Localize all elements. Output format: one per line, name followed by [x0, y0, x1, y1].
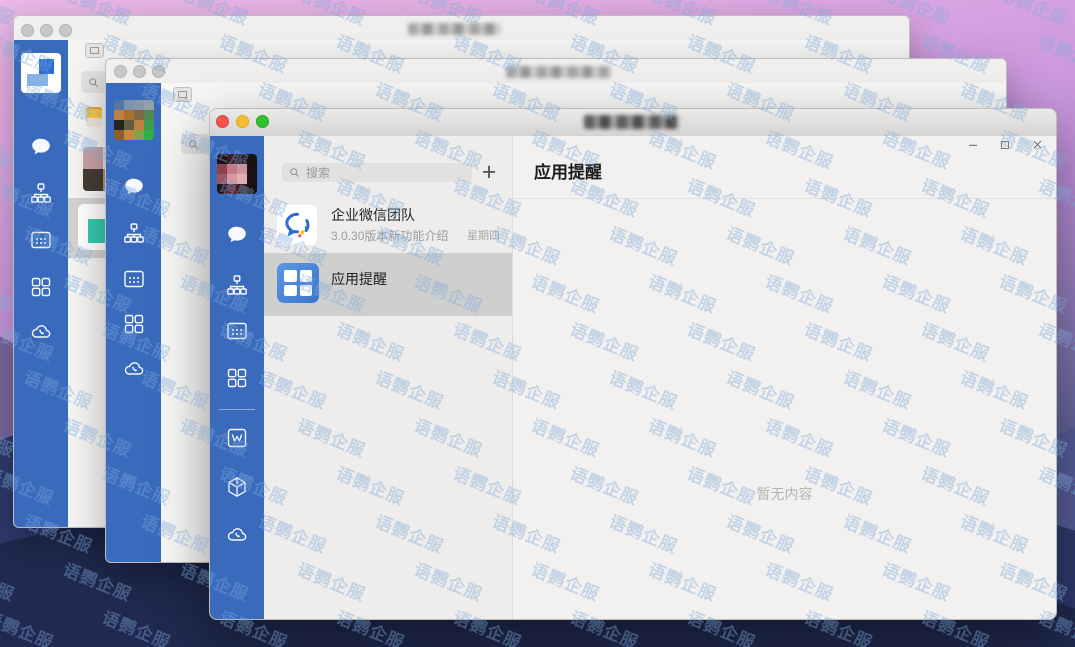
sidebar-item-calendar[interactable]: [122, 267, 146, 291]
maximize-icon[interactable]: [999, 139, 1011, 151]
sidebar-item-cloud-phone[interactable]: [29, 320, 53, 344]
close-traffic-light-inactive[interactable]: [114, 65, 127, 78]
sidebar-item-cloud-phone[interactable]: [122, 357, 146, 381]
wxwork-team-logo-icon: [277, 205, 317, 245]
chat-item-subtitle-row: 3.0.30版本新功能介绍 星期四: [331, 227, 500, 244]
minimize-traffic-light-inactive[interactable]: [133, 65, 146, 78]
chat-item-time: 星期四: [467, 227, 500, 244]
titlebar[interactable]: [210, 109, 1056, 137]
chat-item-title: 企业微信团队: [331, 205, 415, 225]
minimize-traffic-light[interactable]: [236, 115, 249, 128]
window-title-blurred: [408, 23, 501, 35]
search-input[interactable]: [282, 163, 472, 182]
sidebar-item-w-docs[interactable]: [225, 426, 249, 450]
toolbar-button[interactable]: [173, 87, 192, 102]
sidebar-item-workbench[interactable]: [122, 312, 146, 336]
sidebar-item-package[interactable]: [225, 475, 249, 499]
zoom-traffic-light[interactable]: [256, 115, 269, 128]
sidebar-item-chat[interactable]: [225, 223, 249, 247]
traffic-lights: [216, 115, 269, 128]
window-title-blurred: [506, 66, 611, 78]
close-icon[interactable]: [1031, 138, 1044, 151]
toolbar-button[interactable]: [85, 43, 104, 58]
chat-item-title: 应用提醒: [331, 269, 387, 289]
chat-item-subtitle: 3.0.30版本新功能介绍: [331, 227, 461, 244]
sidebar-divider: [219, 409, 255, 410]
main-panel: 应用提醒 暂无内容: [513, 136, 1056, 619]
sidebar-item-chat[interactable]: [29, 135, 53, 159]
window-title-blurred: [584, 115, 679, 129]
zoom-traffic-light-inactive[interactable]: [59, 24, 72, 37]
page-title: 应用提醒: [534, 158, 602, 183]
desktop: + 企业微信团队 3.0.30版本新功能介绍 星期四 应用提醒: [0, 0, 1075, 647]
close-traffic-light-inactive[interactable]: [21, 24, 34, 37]
chat-list-panel: + 企业微信团队 3.0.30版本新功能介绍 星期四 应用提醒: [264, 136, 513, 619]
traffic-lights: [114, 65, 165, 78]
titlebar[interactable]: [106, 59, 1006, 84]
zoom-traffic-light-inactive[interactable]: [152, 65, 165, 78]
titlebar[interactable]: [14, 16, 909, 41]
avatar-pixelated[interactable]: [217, 154, 257, 194]
sidebar: [106, 83, 161, 562]
sidebar: [210, 136, 264, 619]
sidebar-item-contacts[interactable]: [122, 221, 146, 245]
sidebar-item-contacts[interactable]: [29, 181, 53, 205]
sidebar: [14, 40, 68, 527]
window-front[interactable]: + 企业微信团队 3.0.30版本新功能介绍 星期四 应用提醒: [209, 108, 1057, 620]
chat-list-item-app-alerts[interactable]: 应用提醒: [264, 253, 512, 316]
close-traffic-light[interactable]: [216, 115, 229, 128]
traffic-lights: [21, 24, 72, 37]
window-body: + 企业微信团队 3.0.30版本新功能介绍 星期四 应用提醒: [210, 136, 1056, 619]
empty-state-text: 暂无内容: [513, 484, 1056, 504]
chat-avatar-emoji[interactable]: [86, 107, 102, 127]
minimize-icon[interactable]: [967, 139, 979, 151]
sidebar-item-calendar[interactable]: [29, 228, 53, 252]
sidebar-item-chat[interactable]: [122, 175, 146, 199]
sidebar-item-calendar[interactable]: [225, 319, 249, 343]
avatar[interactable]: [21, 53, 61, 93]
sidebar-item-contacts[interactable]: [225, 273, 249, 297]
app-alerts-icon: [277, 263, 319, 303]
sidebar-item-workbench[interactable]: [225, 366, 249, 390]
sidebar-item-workbench[interactable]: [29, 275, 53, 299]
search-icon: [187, 138, 200, 151]
search-icon: [87, 76, 100, 89]
sidebar-item-cloud-phone[interactable]: [225, 523, 249, 547]
minimize-traffic-light-inactive[interactable]: [40, 24, 53, 37]
avatar-pixelated[interactable]: [114, 100, 154, 140]
window-controls: [967, 138, 1044, 151]
chat-list-item-wxwork-team[interactable]: 企业微信团队 3.0.30版本新功能介绍 星期四: [264, 197, 512, 253]
new-chat-button[interactable]: +: [476, 158, 502, 186]
